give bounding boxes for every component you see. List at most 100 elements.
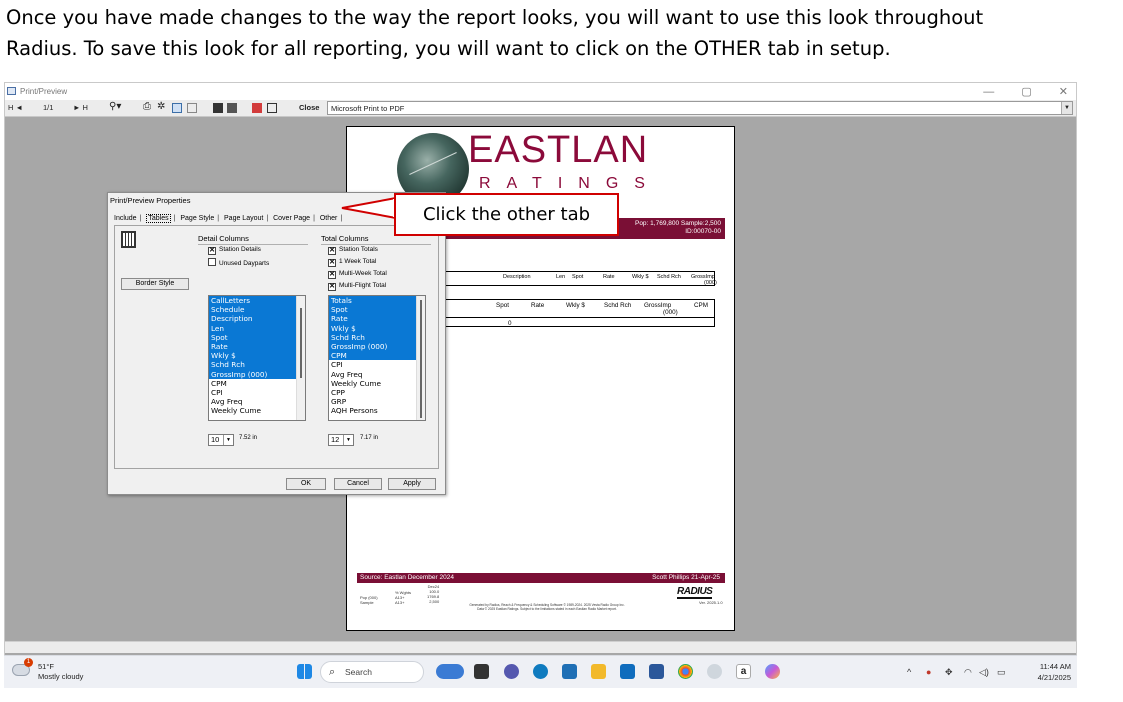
list-item[interactable]: CPM xyxy=(209,379,305,388)
scrollbar[interactable] xyxy=(416,296,425,420)
task-view-icon[interactable] xyxy=(474,664,489,679)
list-item[interactable]: Schd Rch xyxy=(329,332,425,343)
pdf-icon[interactable] xyxy=(252,103,262,113)
battery-icon[interactable]: ▭ xyxy=(997,667,1006,678)
restore-icon[interactable]: ▢ xyxy=(1021,86,1031,98)
windows-start-icon[interactable] xyxy=(297,664,312,679)
col-header: Wkly $ xyxy=(632,274,649,280)
detail-columns-list[interactable]: CallLetters Schedule Description Len Spot Rat… xyxy=(208,295,306,421)
list-item[interactable]: GRP xyxy=(329,397,425,406)
wifi-icon[interactable]: ◠ xyxy=(964,667,972,678)
store-icon[interactable] xyxy=(562,664,577,679)
list-item[interactable]: Avg Freq xyxy=(209,397,305,406)
weather-widget[interactable]: 51°F Mostly cloudy xyxy=(38,662,83,682)
printer-select[interactable]: Microsoft Print to PDF ▼ xyxy=(327,101,1073,115)
one-week-total-checkbox[interactable]: ✕ 1 Week Total xyxy=(328,258,376,267)
zoom-icon[interactable]: ⚲▾ xyxy=(109,101,121,112)
list-item[interactable]: Wkly $ xyxy=(329,323,425,333)
close-button[interactable]: Close xyxy=(299,103,319,112)
list-item[interactable]: Rate xyxy=(209,342,305,352)
list-item[interactable]: Weekly Cume xyxy=(209,406,305,415)
copilot-icon[interactable] xyxy=(765,664,780,679)
dropbox-icon[interactable]: ✥ xyxy=(945,667,953,678)
apply-button[interactable]: Apply xyxy=(388,478,436,490)
font-a-icon[interactable] xyxy=(172,103,182,113)
instruction-text: Once you have made changes to the way th… xyxy=(6,2,1116,64)
radius-app-icon[interactable] xyxy=(707,664,722,679)
teams-icon[interactable] xyxy=(504,664,519,679)
chrome-icon[interactable] xyxy=(678,664,693,679)
edge-icon[interactable] xyxy=(533,664,548,679)
font-size-value: 12 xyxy=(331,435,340,444)
tab-include[interactable]: Include xyxy=(114,215,137,222)
tab-page-style[interactable]: Page Style xyxy=(180,215,214,222)
report-source: Source: Eastlan December 2024 xyxy=(360,574,454,581)
list-item[interactable]: Spot xyxy=(329,305,425,315)
list-item[interactable]: GrossImp (000) xyxy=(329,342,425,352)
list-item[interactable]: Rate xyxy=(329,314,425,324)
widgets-icon[interactable] xyxy=(436,664,464,679)
brand-sub: RATINGS xyxy=(479,175,661,192)
station-details-checkbox[interactable]: ✕ Station Details xyxy=(208,246,261,255)
border-style-button[interactable]: Border Style xyxy=(121,278,189,290)
total-font-size-select[interactable]: 12 ▼ xyxy=(328,434,354,446)
font-a2-icon[interactable] xyxy=(187,103,197,113)
tab-cover-page[interactable]: Cover Page xyxy=(273,215,310,222)
list-item[interactable]: Avg Freq xyxy=(329,370,425,379)
chevron-down-icon[interactable]: ▼ xyxy=(343,435,353,445)
security-icon[interactable]: ● xyxy=(926,667,931,677)
amazon-icon[interactable]: a xyxy=(736,664,751,679)
minimize-icon[interactable]: — xyxy=(983,86,994,98)
multi-flight-total-checkbox[interactable]: ✕ Multi-Flight Total xyxy=(328,282,386,291)
station-totals-checkbox[interactable]: ✕ Station Totals xyxy=(328,246,378,255)
tab-other[interactable]: Other xyxy=(320,215,338,222)
list-item[interactable]: Schd Rch xyxy=(209,360,305,370)
close-icon[interactable]: ✕ xyxy=(1059,86,1068,98)
scrollbar[interactable] xyxy=(296,296,305,420)
settings-icon[interactable]: ✲ xyxy=(157,101,165,112)
save-icon[interactable] xyxy=(213,103,223,113)
radius-version: Ver. 2025.1.0 xyxy=(699,600,723,605)
list-item[interactable]: CPM xyxy=(329,351,425,361)
ok-button[interactable]: OK xyxy=(286,478,326,490)
file-explorer-icon[interactable] xyxy=(591,664,606,679)
col-header: Rate xyxy=(531,302,545,309)
chevron-down-icon[interactable]: ▼ xyxy=(1061,102,1072,114)
print-icon[interactable]: ⎙ xyxy=(143,101,151,112)
preview-toolbar: H ◄ 1/1 ► H ⚲▾ ⎙ ✲ Close Microsoft Print… xyxy=(5,100,1076,117)
list-item[interactable]: Wkly $ xyxy=(209,351,305,361)
chevron-down-icon[interactable]: ▼ xyxy=(223,435,233,445)
list-item[interactable]: Weekly Cume xyxy=(329,379,425,388)
list-item[interactable]: Description xyxy=(209,314,305,324)
outlook-icon[interactable] xyxy=(620,664,635,679)
first-page-button[interactable]: H ◄ xyxy=(8,103,23,112)
save-all-icon[interactable] xyxy=(227,103,237,113)
list-item[interactable]: CPI xyxy=(209,388,305,397)
tab-tables[interactable]: Tables xyxy=(146,214,171,223)
word-icon[interactable] xyxy=(649,664,664,679)
next-page-button[interactable]: ► H xyxy=(73,103,88,112)
volume-icon[interactable]: ◁) xyxy=(979,667,989,678)
list-item[interactable]: Spot xyxy=(209,332,305,343)
taskbar-search[interactable]: ⌕ Search xyxy=(320,661,424,683)
multi-week-total-checkbox[interactable]: ✕ Multi-Week Total xyxy=(328,270,387,279)
status-strip xyxy=(5,641,1076,653)
list-item[interactable]: Len xyxy=(209,323,305,333)
total-columns-list[interactable]: Totals Spot Rate Wkly $ Schd Rch GrossImp (00… xyxy=(328,295,426,421)
tab-page-layout[interactable]: Page Layout xyxy=(224,215,263,222)
chevron-up-icon[interactable]: ^ xyxy=(907,667,911,677)
list-item[interactable]: Totals xyxy=(329,296,425,306)
list-item[interactable]: GrossImp (000) xyxy=(209,369,305,379)
list-item[interactable]: AQH Persons xyxy=(329,406,425,415)
print-preview-window: Print/Preview — ▢ ✕ H ◄ 1/1 ► H ⚲▾ ⎙ ✲ C… xyxy=(4,82,1077,688)
unused-dayparts-checkbox[interactable]: Unused Dayparts xyxy=(208,258,269,267)
list-item[interactable]: CPI xyxy=(329,360,425,369)
list-item[interactable]: Schedule xyxy=(209,305,305,315)
cancel-button[interactable]: Cancel xyxy=(334,478,382,490)
list-item[interactable]: CallLetters xyxy=(209,296,305,306)
properties-icon[interactable] xyxy=(267,103,277,113)
callout-arrow xyxy=(341,196,397,220)
detail-font-size-select[interactable]: 10 ▼ xyxy=(208,434,234,446)
clock[interactable]: 11:44 AM 4/21/2025 xyxy=(1038,661,1071,683)
list-item[interactable]: CPP xyxy=(329,388,425,397)
